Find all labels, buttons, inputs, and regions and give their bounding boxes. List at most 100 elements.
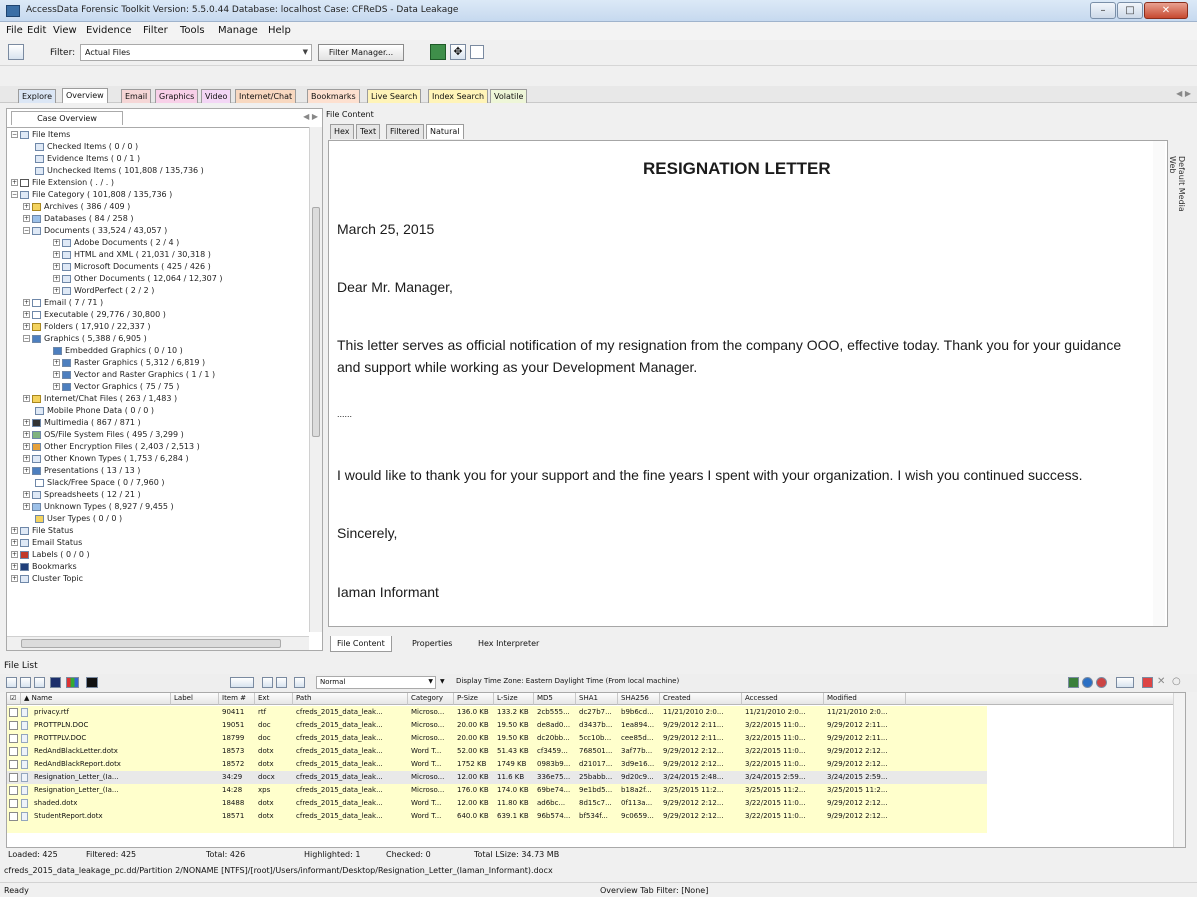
column-header-ext[interactable]: Ext: [255, 693, 293, 705]
tab-filtered[interactable]: Filtered: [386, 124, 424, 139]
tree-vertical-scrollbar[interactable]: [309, 127, 322, 632]
tree-node[interactable]: Unchecked Items ( 101,808 / 135,736 ): [35, 166, 204, 176]
view-icon[interactable]: [294, 677, 305, 688]
close-icon[interactable]: ✕: [1157, 676, 1165, 687]
view-select[interactable]: Normal ▼: [316, 676, 436, 689]
tab-video[interactable]: Video: [201, 89, 232, 103]
tab-internet-chat[interactable]: Internet/Chat: [235, 89, 297, 103]
maximize-button[interactable]: □: [1117, 2, 1143, 19]
tree-node[interactable]: − Graphics ( 5,388 / 6,905 ): [23, 334, 147, 344]
grid-icon[interactable]: [1068, 677, 1079, 688]
tree-horizontal-scrollbar[interactable]: [7, 636, 309, 650]
tree-node[interactable]: + WordPerfect ( 2 / 2 ): [53, 286, 154, 296]
menu-filter[interactable]: Filter: [143, 25, 168, 36]
tree-node[interactable]: Mobile Phone Data ( 0 / 0 ): [35, 406, 154, 416]
green-filter-icon[interactable]: [430, 44, 446, 60]
menu-file[interactable]: File: [6, 25, 23, 36]
tree-node[interactable]: Slack/Free Space ( 0 / 7,960 ): [35, 478, 164, 488]
tree-node[interactable]: + Multimedia ( 867 / 871 ): [23, 418, 141, 428]
column-header-item[interactable]: Item #: [219, 693, 255, 705]
tree-node[interactable]: + Unknown Types ( 8,927 / 9,455 ): [23, 502, 174, 512]
tree-node[interactable]: + Labels ( 0 / 0 ): [11, 550, 90, 560]
menu-view[interactable]: View: [53, 25, 77, 36]
tree-node[interactable]: + Vector and Raster Graphics ( 1 / 1 ): [53, 370, 215, 380]
tree-node[interactable]: + Folders ( 17,910 / 22,337 ): [23, 322, 151, 332]
tree-node[interactable]: − File Category ( 101,808 / 135,736 ): [11, 190, 172, 200]
close-button[interactable]: ✕: [1144, 2, 1188, 19]
tab-natural[interactable]: Natural: [426, 124, 464, 139]
tab-bookmarks[interactable]: Bookmarks: [307, 89, 360, 103]
tree-node[interactable]: + OS/File System Files ( 495 / 3,299 ): [23, 430, 184, 440]
tree-node[interactable]: + Microsoft Documents ( 425 / 426 ): [53, 262, 211, 272]
column-header-category[interactable]: Category: [408, 693, 454, 705]
row-checkbox[interactable]: [9, 721, 18, 730]
document-scrollbar[interactable]: [1153, 141, 1165, 626]
file-list-scrollbar[interactable]: [1173, 693, 1185, 847]
default-media-web-label[interactable]: Default Media Web: [1168, 156, 1186, 226]
tree-node[interactable]: + Email ( 7 / 71 ): [23, 298, 103, 308]
filter-manager-button[interactable]: Filter Manager...: [318, 44, 404, 61]
tree-node[interactable]: + Other Known Types ( 1,753 / 6,284 ): [23, 454, 189, 464]
tree-node[interactable]: Checked Items ( 0 / 0 ): [35, 142, 138, 152]
tree-node[interactable]: + Other Documents ( 12,064 / 12,307 ): [53, 274, 223, 284]
tree-node[interactable]: + Internet/Chat Files ( 263 / 1,483 ): [23, 394, 177, 404]
tab-text[interactable]: Text: [356, 124, 381, 139]
chevron-down-icon[interactable]: ▼: [440, 678, 445, 685]
globe-icon[interactable]: [1082, 677, 1093, 688]
tree-node[interactable]: + Presentations ( 13 / 13 ): [23, 466, 140, 476]
column-header-sha256[interactable]: SHA256: [618, 693, 660, 705]
view-icon[interactable]: [262, 677, 273, 688]
column-header-lsize[interactable]: L-Size: [494, 693, 534, 705]
column-header-name[interactable]: ▲ Name: [21, 693, 171, 705]
uncheck-icon[interactable]: [20, 677, 31, 688]
tree-node[interactable]: + Email Status: [11, 538, 82, 548]
circle-icon[interactable]: ○: [1172, 676, 1181, 687]
black-square-icon[interactable]: [86, 677, 98, 688]
row-checkbox[interactable]: [9, 708, 18, 717]
tree-node[interactable]: + Databases ( 84 / 258 ): [23, 214, 133, 224]
table-row[interactable]: StudentReport.dotx 18571 dotx cfreds_201…: [7, 810, 987, 823]
tree-node[interactable]: Evidence Items ( 0 / 1 ): [35, 154, 140, 164]
tab-overview[interactable]: Overview: [62, 88, 108, 103]
tree-node[interactable]: + HTML and XML ( 21,031 / 30,318 ): [53, 250, 211, 260]
pen-icon[interactable]: [50, 677, 61, 688]
filter-select[interactable]: Actual Files ▼: [80, 44, 312, 61]
tree-node[interactable]: + File Status: [11, 526, 73, 536]
export-icon[interactable]: [1116, 677, 1134, 688]
tree-node[interactable]: + Archives ( 386 / 409 ): [23, 202, 130, 212]
table-row-partial[interactable]: [7, 823, 987, 833]
tab-hex-interpreter[interactable]: Hex Interpreter: [472, 636, 545, 652]
tree-node[interactable]: + Executable ( 29,776 / 30,800 ): [23, 310, 166, 320]
move-icon[interactable]: ✥: [450, 44, 466, 60]
tab-index-search[interactable]: Index Search: [428, 89, 489, 103]
tab-graphics[interactable]: Graphics: [155, 89, 199, 103]
tab-scroll-arrows[interactable]: ◀ ▶: [1176, 89, 1191, 98]
tree-node[interactable]: + Vector Graphics ( 75 / 75 ): [53, 382, 179, 392]
tab-explore[interactable]: Explore: [18, 89, 57, 103]
column-header-label[interactable]: Label: [171, 693, 219, 705]
tree-node[interactable]: + Raster Graphics ( 5,312 / 6,819 ): [53, 358, 205, 368]
erase-icon[interactable]: [1142, 677, 1153, 688]
tab-hex[interactable]: Hex: [330, 124, 354, 139]
row-checkbox[interactable]: [9, 747, 18, 756]
tree-node[interactable]: + File Extension ( . / . ): [11, 178, 114, 188]
labels-icon[interactable]: [66, 677, 79, 688]
row-checkbox[interactable]: [9, 760, 18, 769]
column-header-path[interactable]: Path: [293, 693, 408, 705]
tree-node[interactable]: Embedded Graphics ( 0 / 10 ): [53, 346, 183, 356]
tab-email[interactable]: Email: [121, 89, 152, 103]
table-row-selected[interactable]: Resignation_Letter_(Ia... 34:29 docx cfr…: [7, 771, 987, 784]
columns-icon[interactable]: [230, 677, 254, 688]
column-header-md5[interactable]: MD5: [534, 693, 576, 705]
column-header-created[interactable]: Created: [660, 693, 742, 705]
invert-check-icon[interactable]: [34, 677, 45, 688]
disc-icon[interactable]: [1096, 677, 1107, 688]
column-header-psize[interactable]: P-Size: [454, 693, 494, 705]
tree-node[interactable]: − File Items: [11, 130, 70, 140]
tab-file-content[interactable]: File Content: [330, 636, 392, 652]
tree-node[interactable]: + Bookmarks: [11, 562, 77, 572]
menu-help[interactable]: Help: [268, 25, 291, 36]
table-row[interactable]: PROTTPLV.DOC 18799 doc cfreds_2015_data_…: [7, 732, 987, 745]
table-row[interactable]: shaded.dotx 18488 dotx cfreds_2015_data_…: [7, 797, 987, 810]
menu-manage[interactable]: Manage: [218, 25, 258, 36]
